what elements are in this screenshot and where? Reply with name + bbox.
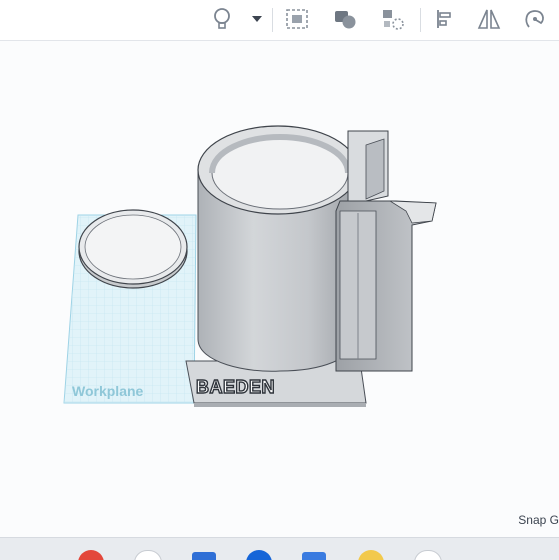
engraved-text: BAEDEN (196, 377, 275, 397)
mirror-icon[interactable] (472, 3, 506, 35)
lightbulb-icon[interactable] (205, 3, 239, 35)
dropdown-arrow-icon[interactable] (244, 3, 270, 35)
align-icon[interactable] (428, 3, 462, 35)
viewport-canvas[interactable]: Workplane BAEDEN (0, 41, 559, 537)
workplane-label: Workplane (72, 383, 144, 399)
top-toolbar (0, 0, 559, 41)
taskbar (0, 537, 559, 560)
round-disc[interactable] (78, 209, 188, 289)
rail-structure[interactable] (335, 130, 437, 372)
snap-grid-label[interactable]: Snap G (518, 513, 559, 527)
cylinder-cup[interactable] (197, 125, 359, 372)
cruise-icon[interactable] (518, 3, 552, 35)
ungroup-icon[interactable] (376, 3, 410, 35)
toolbar-divider (272, 8, 273, 32)
group-icon[interactable] (328, 3, 362, 35)
workplane-icon[interactable] (280, 3, 314, 35)
scene-3d[interactable]: Workplane BAEDEN (0, 41, 559, 537)
toolbar-divider (420, 8, 421, 32)
